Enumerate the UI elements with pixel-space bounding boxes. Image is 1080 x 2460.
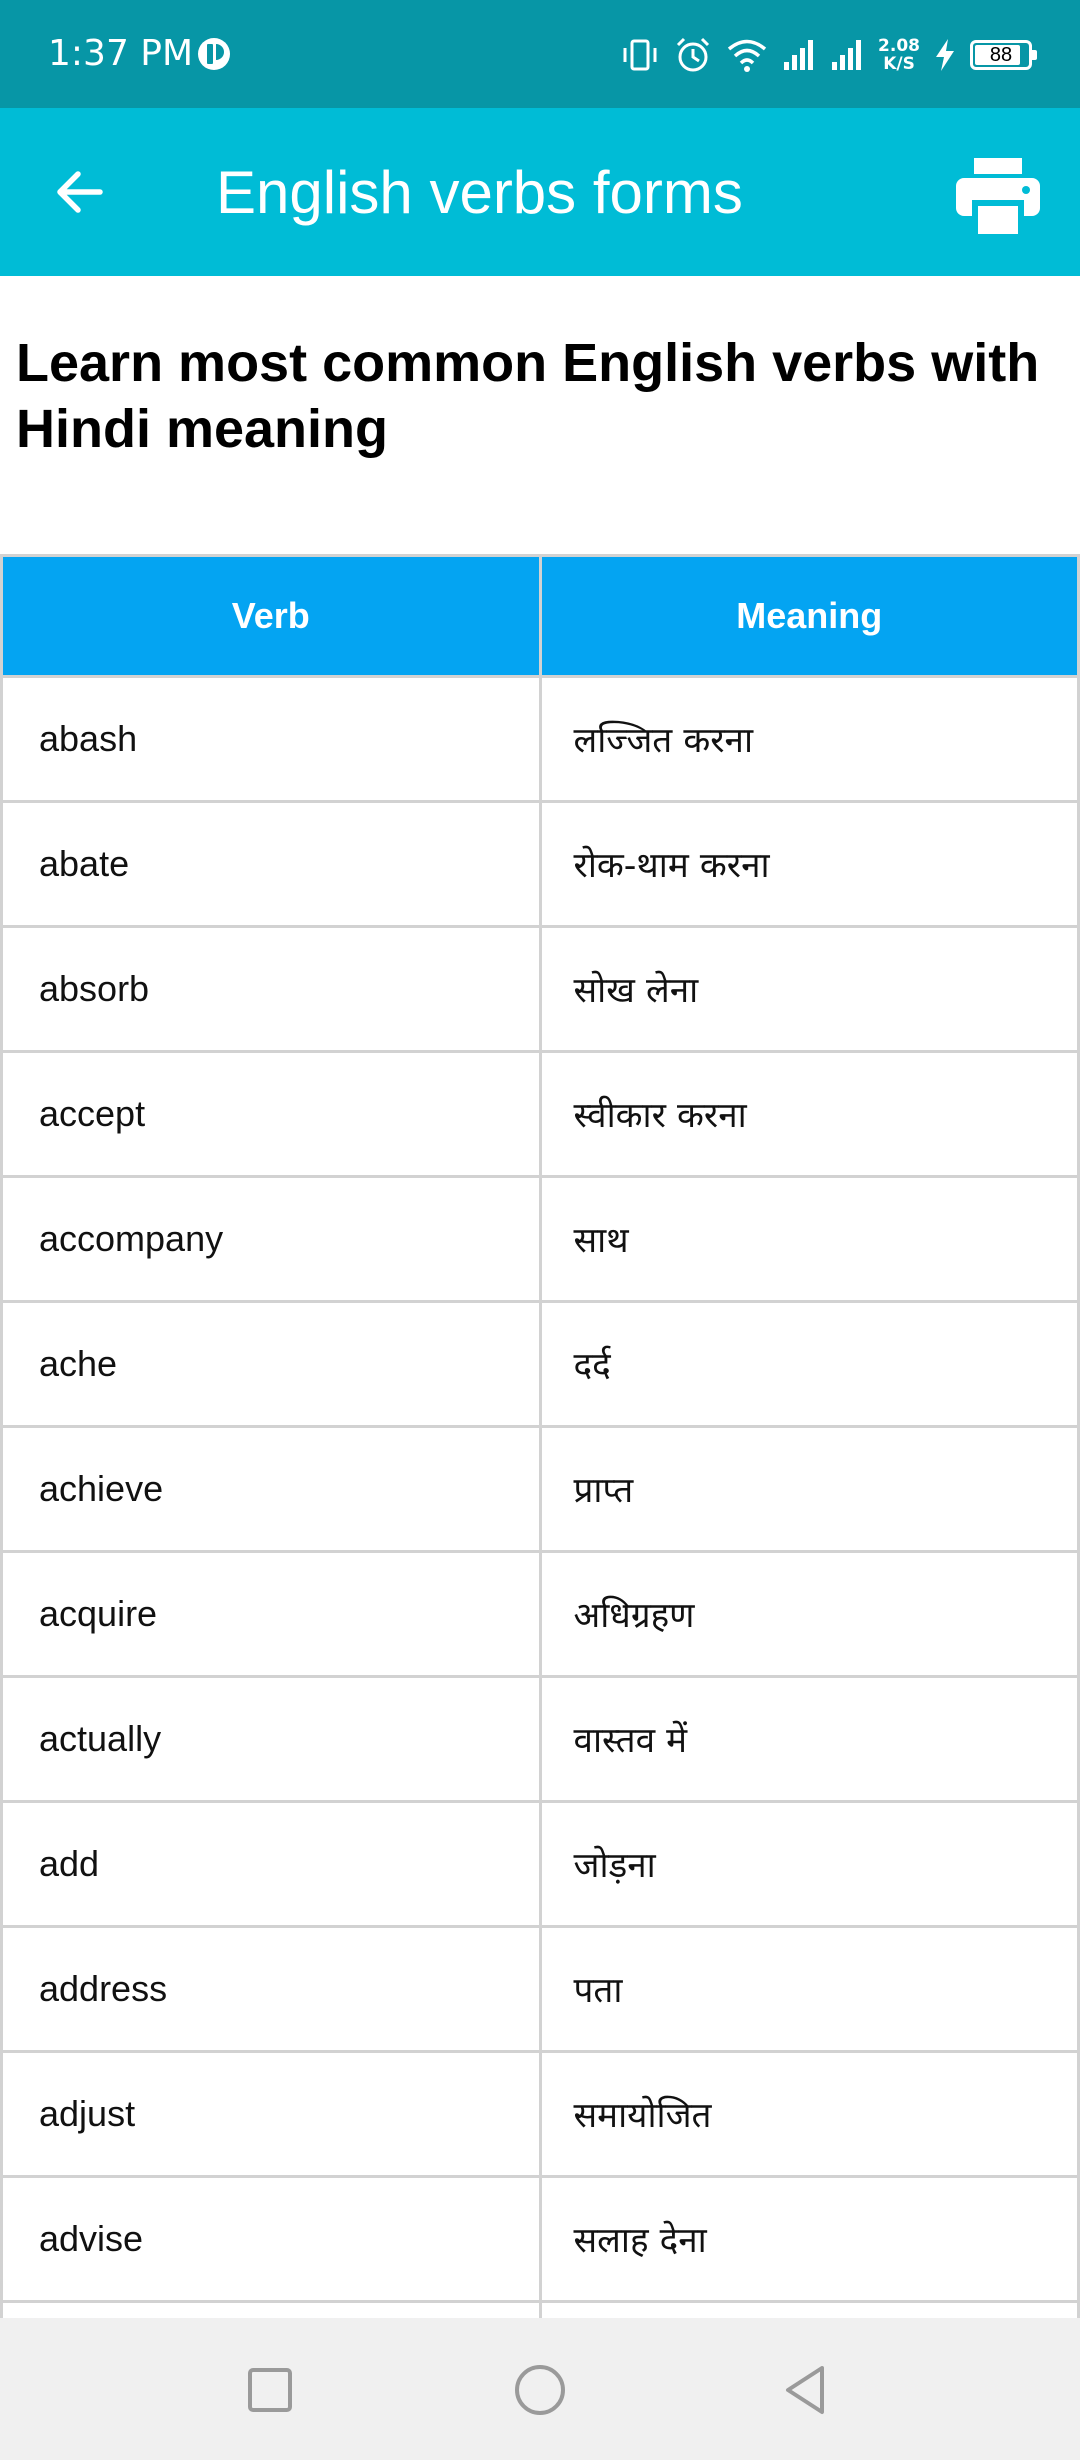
verb-cell: acquire [0,1550,542,1678]
meaning-cell: स्वीकार करना [538,1050,1080,1178]
table-row: ache दर्द [0,1300,1080,1428]
wifi-icon [726,37,768,73]
home-button[interactable] [504,2354,576,2426]
meaning-cell: जोड़ना [538,1800,1080,1928]
verb-cell: abate [0,800,542,928]
status-icons: 2.08 K/S 88 [620,30,1037,80]
column-header-verb: Verb [0,554,542,678]
table-row: address पता [0,1925,1080,2053]
page-heading: Learn most common English verbs with Hin… [16,333,1040,459]
meaning-cell: वास्तव में [538,1675,1080,1803]
verb-cell: actually [0,1675,542,1803]
status-time: 1:37 PM [48,33,194,74]
meaning-cell: लज्जित करना [538,675,1080,803]
navigation-bar [0,2318,1080,2460]
signal-icon [782,38,816,72]
verb-cell: ache [0,1300,542,1428]
arrow-left-icon [57,171,103,213]
back-nav-button[interactable] [770,2354,842,2426]
alarm-icon [674,36,712,74]
meaning-cell: अधिग्रहण [538,1550,1080,1678]
printer-icon [956,158,1040,234]
table-row: achieve प्राप्त [0,1425,1080,1553]
battery-level: 88 [989,43,1013,66]
meaning-cell: सोख लेना [538,925,1080,1053]
battery-icon: 88 [970,40,1037,70]
meaning-cell: साथ [538,1175,1080,1303]
table-header-row: Verb Meaning [0,554,1080,678]
recent-apps-button[interactable] [234,2354,306,2426]
table-row: accompany साथ [0,1175,1080,1303]
table-row: acquire अधिग्रहण [0,1550,1080,1678]
meaning-cell: पता [538,1925,1080,2053]
meaning-cell: प्राप्त [538,1425,1080,1553]
table-row: adjust समायोजित [0,2050,1080,2178]
verb-cell: adjust [0,2050,542,2178]
vibrate-icon [620,37,660,73]
verb-cell: achieve [0,1425,542,1553]
app-bar: English verbs forms [0,108,1080,276]
app-notification-icon [196,36,232,72]
meaning-cell: रोक-थाम करना [538,800,1080,928]
verb-cell: add [0,1800,542,1928]
verbs-table: Verb Meaning abash लज्जित करना abate रोक-थ… [0,554,1080,2318]
back-button[interactable] [40,152,120,232]
table-row: abash लज्जित करना [0,675,1080,803]
table-row: abate रोक-थाम करना [0,800,1080,928]
verb-cell: abash [0,675,542,803]
verb-cell: accept [0,1050,542,1178]
charging-icon [934,38,956,72]
verb-cell: absorb [0,925,542,1053]
verb-cell: advise [0,2175,542,2303]
meaning-cell: समायोजित [538,2050,1080,2178]
app-title: English verbs forms [216,159,743,226]
meaning-cell: दर्द [538,1300,1080,1428]
table-row: advise सलाह देना [0,2175,1080,2303]
table-row: accept स्वीकार करना [0,1050,1080,1178]
table-row: absorb सोख लेना [0,925,1080,1053]
circle-icon [515,2365,565,2415]
verbs-table-container[interactable]: Verb Meaning abash लज्जित करना abate रोक-थ… [0,554,1080,2318]
net-speed-unit: K/S [883,54,915,74]
triangle-back-icon [786,2366,824,2414]
table-row: add जोड़ना [0,1800,1080,1928]
table-row [0,2300,1080,2318]
signal-icon [830,38,864,72]
column-header-meaning: Meaning [538,554,1080,678]
meaning-cell [538,2300,1080,2318]
verb-cell: accompany [0,1175,542,1303]
meaning-cell: सलाह देना [538,2175,1080,2303]
square-icon [248,2368,292,2412]
verb-cell [0,2300,542,2318]
table-row: actually वास्तव में [0,1675,1080,1803]
print-button[interactable] [950,148,1046,244]
status-bar: 1:37 PM 2.08 K/S 88 [0,0,1080,108]
verb-cell: address [0,1925,542,2053]
net-speed: 2.08 K/S [878,37,920,73]
net-speed-value: 2.08 [878,36,920,56]
